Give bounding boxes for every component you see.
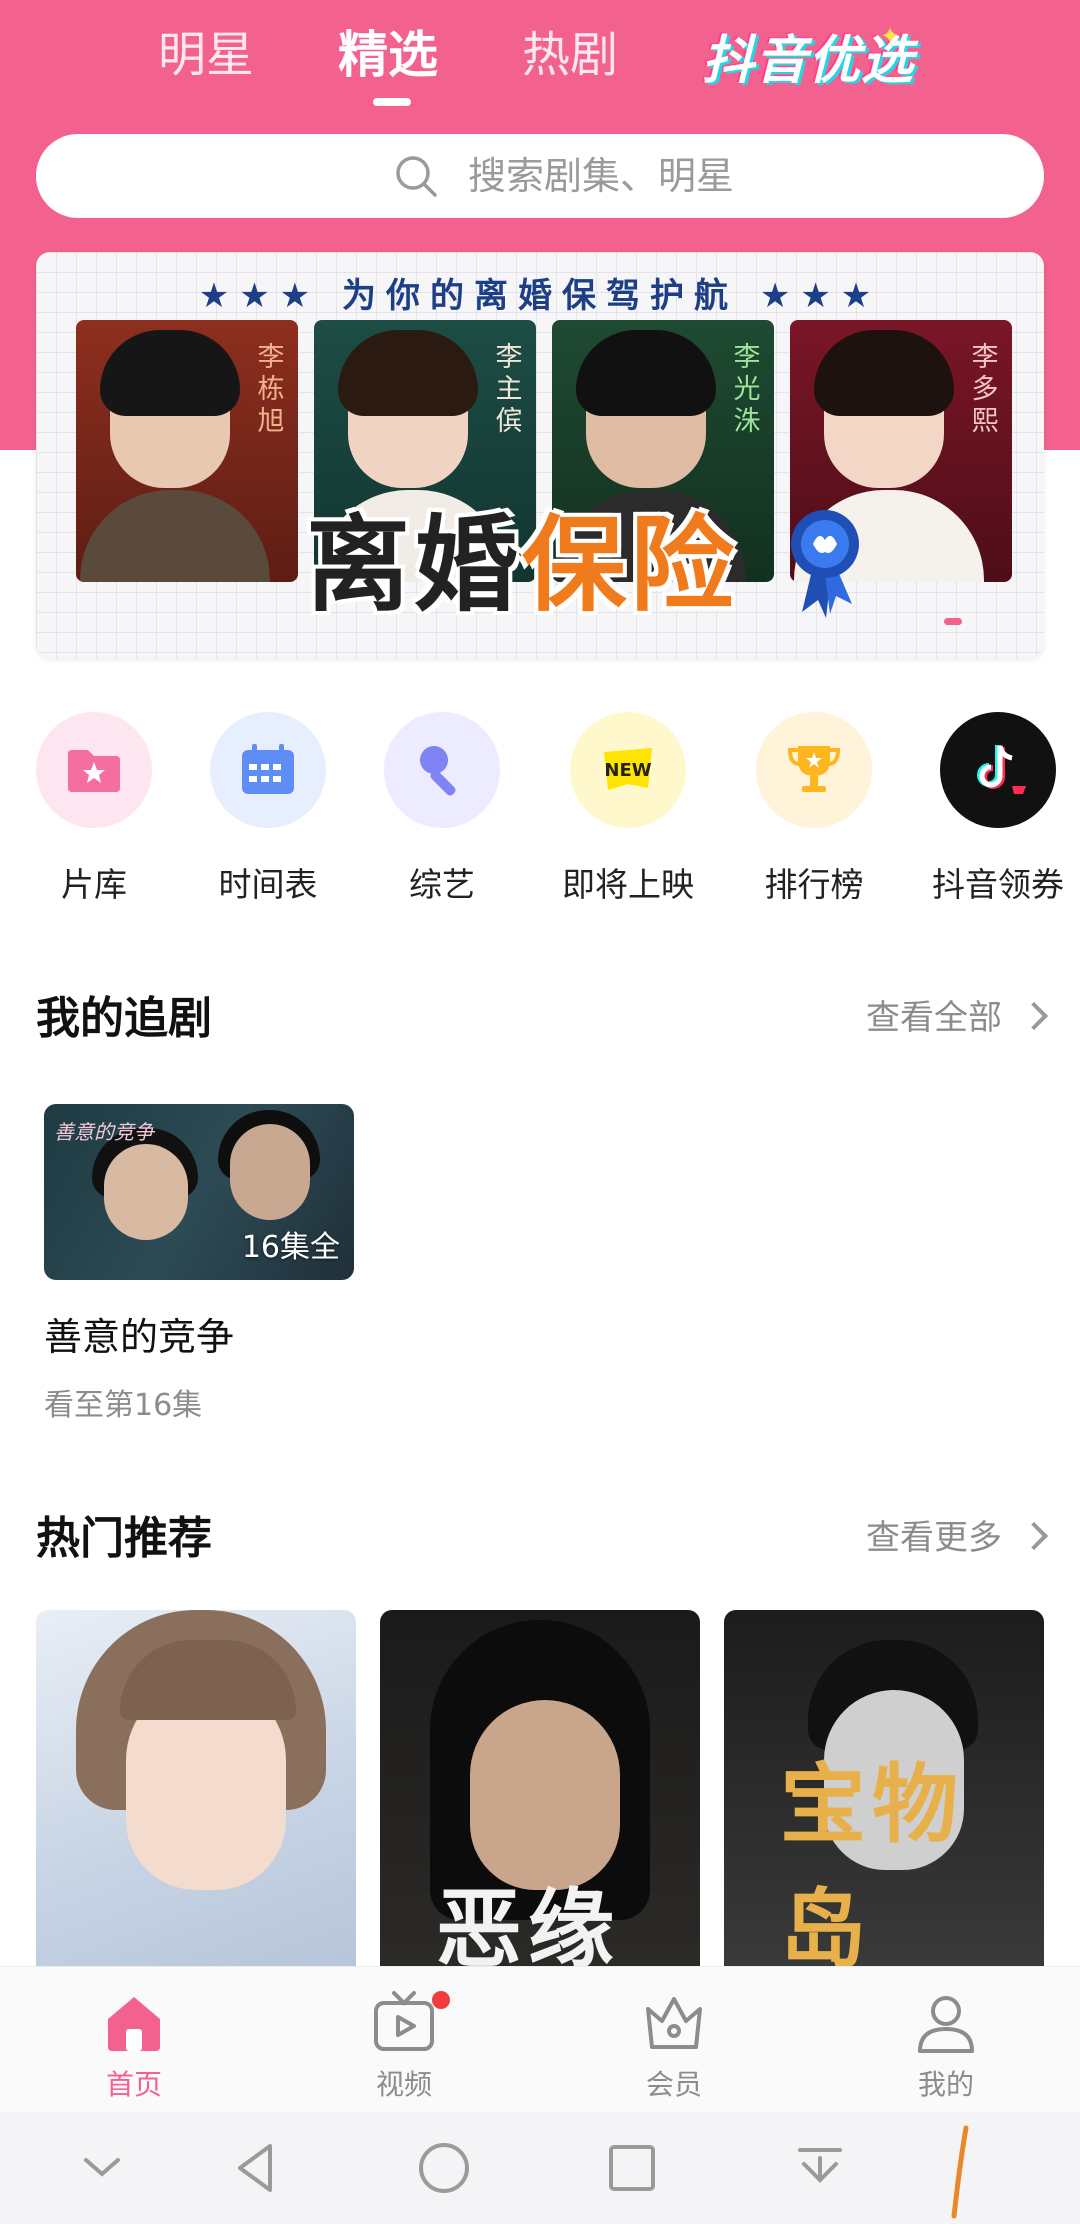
svg-text:NEW: NEW	[604, 760, 651, 781]
microphone-icon	[420, 746, 456, 796]
search-placeholder: 搜索剧集、明星	[468, 154, 735, 198]
banner-slogan: ★★★ 为你的离婚保驾护航 ★★★	[198, 276, 882, 316]
watch-progress: 看至第16集	[44, 1388, 203, 1423]
tab-stars[interactable]: 明星	[158, 20, 254, 90]
top-tabs: 明星 精选 热剧	[0, 20, 1080, 110]
award-ribbon-icon	[791, 510, 859, 618]
back-button[interactable]	[226, 2138, 286, 2198]
recents-square-icon	[609, 2145, 655, 2191]
episode-count: 16集全	[241, 1230, 340, 1265]
banner-title: 离婚保险	[306, 504, 739, 626]
back-triangle-icon	[238, 2144, 272, 2192]
recommend-cover-title: 恶缘	[436, 1880, 620, 1970]
section-title-my-dramas: 我的追剧	[36, 993, 212, 1044]
home-circle-icon	[419, 2143, 469, 2193]
recommend-card[interactable]: 宝物岛	[724, 1610, 1044, 1970]
collapse-button[interactable]	[72, 2138, 132, 2198]
trophy-icon	[787, 746, 841, 792]
cast-name: 李栋旭	[257, 342, 285, 437]
crown-icon	[646, 1997, 702, 2049]
cast-name: 李光洙	[733, 342, 761, 437]
cover-title: 善意的竞争	[54, 1120, 154, 1144]
douyin-logo-icon	[977, 745, 1026, 794]
view-more-link[interactable]: 查看更多	[866, 1510, 1049, 1559]
home-button[interactable]	[414, 2138, 474, 2198]
promo-banner[interactable]: ★★★ 为你的离婚保驾护航 ★★★ 李栋旭 李主傧 李光洙 李多熙 离婚保险	[36, 252, 1044, 658]
home-icon	[108, 1997, 160, 2051]
sparkle-icon: ✦	[880, 22, 901, 50]
recents-button[interactable]	[602, 2138, 662, 2198]
system-nav-bar	[0, 2112, 1080, 2224]
recommend-card[interactable]	[36, 1610, 356, 1970]
folder-star-icon	[68, 750, 120, 792]
chevron-right-icon	[1019, 1001, 1049, 1031]
search-icon	[396, 156, 437, 197]
tv-play-icon	[374, 1991, 434, 2051]
carousel-indicator	[944, 618, 962, 625]
new-badge-icon: NEW	[604, 748, 652, 790]
view-all-link[interactable]: 查看全部	[866, 990, 1049, 1039]
bottom-nav: 首页 视频 会员 我的	[0, 1966, 1080, 2112]
cast-name: 李多熙	[971, 342, 999, 437]
drama-title[interactable]: 善意的竞争	[44, 1306, 234, 1361]
nav-vip[interactable]: 会员	[604, 1967, 744, 2113]
tab-featured[interactable]: 精选	[338, 20, 438, 90]
gesture-stroke-icon	[951, 2125, 969, 2219]
cast-poster: 李栋旭	[76, 320, 298, 582]
tab-active-indicator	[373, 98, 411, 106]
user-icon	[918, 1996, 974, 2053]
chevron-down-icon	[84, 2158, 120, 2177]
chevron-right-icon	[1019, 1521, 1049, 1551]
edge-gesture-indicator	[930, 2122, 990, 2219]
nav-profile[interactable]: 我的	[876, 1967, 1016, 2113]
category-row: 片库 时间表 综艺 NEW 即将上映 排行榜 抖音领券	[0, 712, 1080, 904]
nav-video[interactable]: 视频	[334, 1967, 474, 2113]
calendar-icon	[242, 744, 294, 794]
search-bar[interactable]: 搜索剧集、明星	[36, 134, 1044, 218]
drama-card-cover[interactable]: 善意的竞争 16集全	[44, 1104, 354, 1280]
tab-hot-dramas[interactable]: 热剧	[522, 20, 618, 90]
section-title-hot: 热门推荐	[36, 1513, 212, 1564]
pull-down-icon	[798, 2148, 842, 2183]
recommend-card[interactable]: 恶缘	[380, 1610, 700, 1970]
notification-shade-button[interactable]	[790, 2138, 850, 2198]
notification-dot	[432, 1991, 450, 2009]
nav-home[interactable]: 首页	[64, 1967, 204, 2113]
recommend-cover-title: 宝物岛	[780, 1755, 964, 1970]
cast-name: 李主傧	[495, 342, 523, 437]
